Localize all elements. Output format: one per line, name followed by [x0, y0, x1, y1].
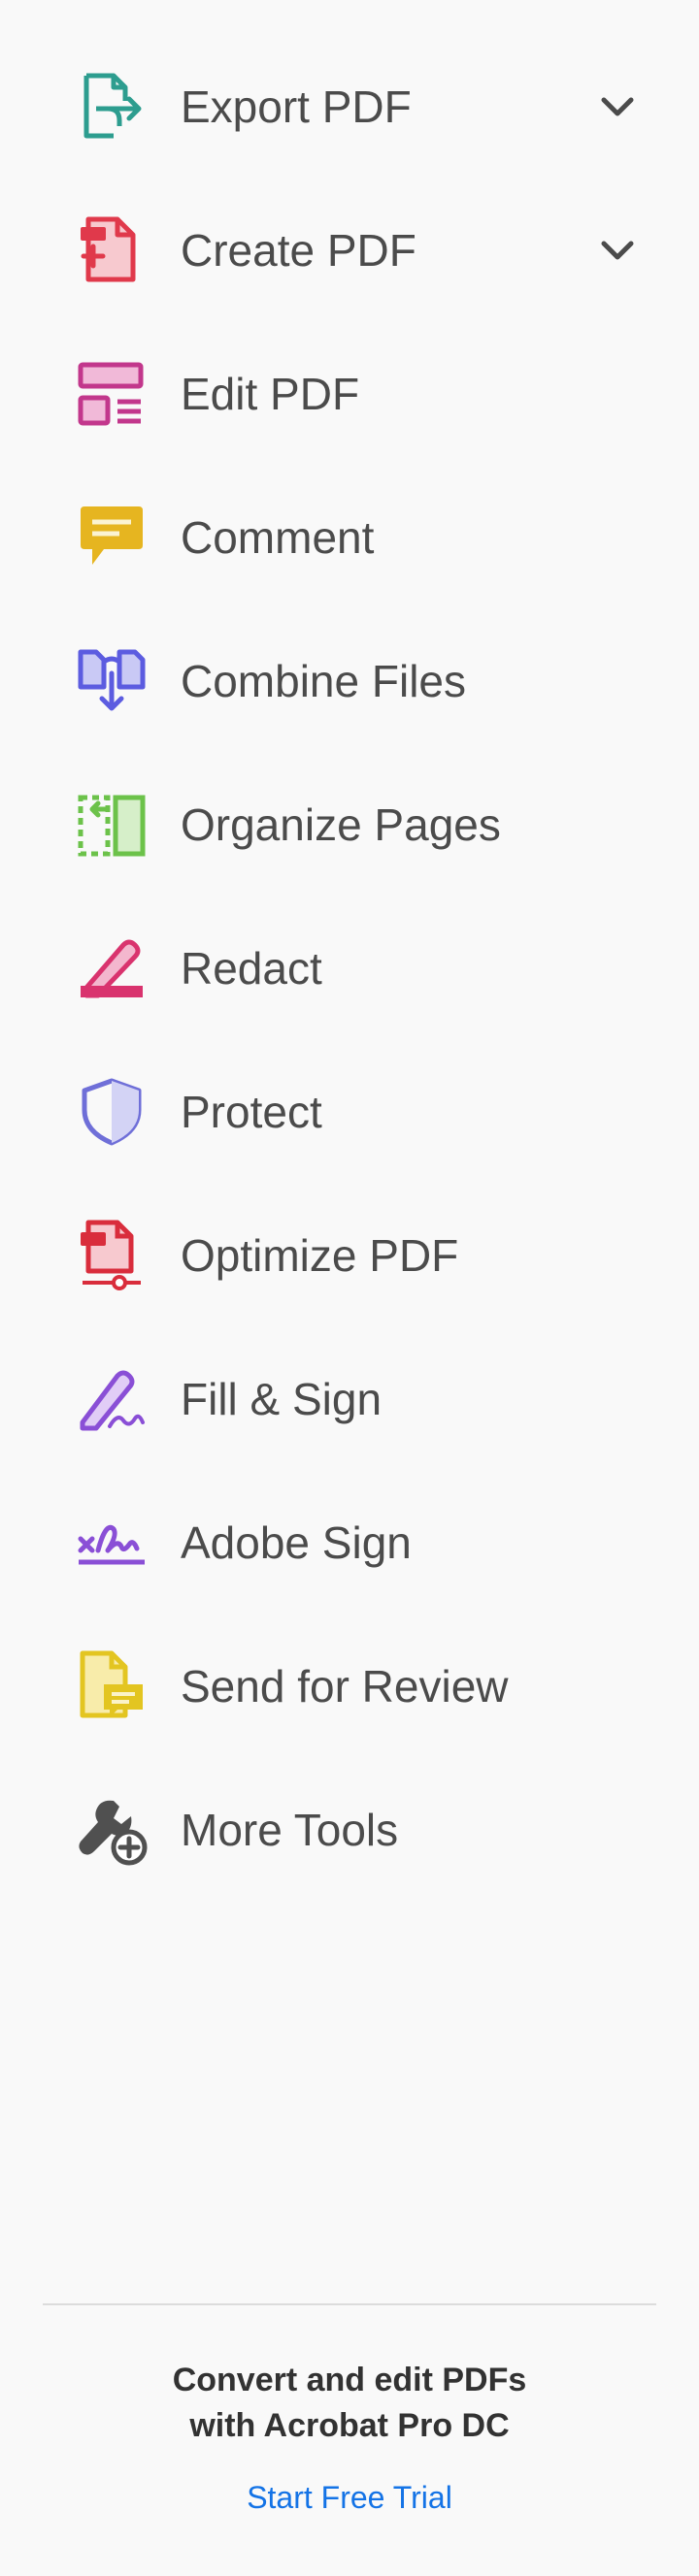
start-free-trial-link[interactable]: Start Free Trial — [247, 2478, 452, 2517]
chevron-down-icon[interactable] — [594, 83, 641, 130]
more-tools-icon — [75, 1793, 149, 1867]
tool-adobe-sign[interactable]: Adobe Sign — [0, 1471, 699, 1614]
protect-icon — [75, 1075, 149, 1149]
create-pdf-icon — [75, 213, 149, 287]
upsell-banner: Convert and edit PDFs with Acrobat Pro D… — [0, 2358, 699, 2517]
tool-label: Export PDF — [181, 82, 412, 132]
tool-label: Fill & Sign — [181, 1374, 383, 1424]
redact-icon — [75, 931, 149, 1005]
tool-label: Organize Pages — [181, 799, 501, 850]
tool-organize-pages[interactable]: Organize Pages — [0, 753, 699, 897]
export-pdf-icon — [75, 70, 149, 144]
tool-redact[interactable]: Redact — [0, 897, 699, 1040]
tool-more-tools[interactable]: More Tools — [0, 1758, 699, 1902]
tool-list: Export PDF Create PDF Edit PDF Comment C… — [0, 35, 699, 1902]
tool-label: Create PDF — [181, 225, 416, 276]
optimize-pdf-icon — [75, 1219, 149, 1292]
tool-protect[interactable]: Protect — [0, 1040, 699, 1184]
tool-comment[interactable]: Comment — [0, 466, 699, 609]
tool-optimize-pdf[interactable]: Optimize PDF — [0, 1184, 699, 1327]
promo-text-line-2: with Acrobat Pro DC — [189, 2407, 510, 2444]
tool-label: Protect — [181, 1087, 322, 1137]
tool-fill-sign[interactable]: Fill & Sign — [0, 1327, 699, 1471]
tool-edit-pdf[interactable]: Edit PDF — [0, 322, 699, 466]
tool-send-for-review[interactable]: Send for Review — [0, 1614, 699, 1758]
comment-icon — [75, 501, 149, 574]
send-for-review-icon — [75, 1649, 149, 1723]
tools-pane: Export PDF Create PDF Edit PDF Comment C… — [0, 0, 699, 2576]
tool-label: Adobe Sign — [181, 1517, 412, 1568]
tool-export-pdf[interactable]: Export PDF — [0, 35, 699, 179]
chevron-down-icon[interactable] — [594, 227, 641, 274]
tool-label: Redact — [181, 943, 322, 994]
tool-label: Combine Files — [181, 656, 466, 706]
adobe-sign-icon — [75, 1506, 149, 1580]
tool-label: Comment — [181, 512, 375, 563]
fill-sign-icon — [75, 1362, 149, 1436]
divider — [43, 2303, 656, 2305]
edit-pdf-icon — [75, 357, 149, 431]
promo-text-line-1: Convert and edit PDFs — [172, 2362, 527, 2398]
organize-pages-icon — [75, 788, 149, 862]
tool-create-pdf[interactable]: Create PDF — [0, 179, 699, 322]
tool-label: More Tools — [181, 1805, 399, 1855]
tool-label: Optimize PDF — [181, 1230, 459, 1281]
tool-label: Edit PDF — [181, 369, 360, 419]
combine-files-icon — [75, 644, 149, 718]
tool-combine-files[interactable]: Combine Files — [0, 609, 699, 753]
tool-label: Send for Review — [181, 1661, 509, 1712]
